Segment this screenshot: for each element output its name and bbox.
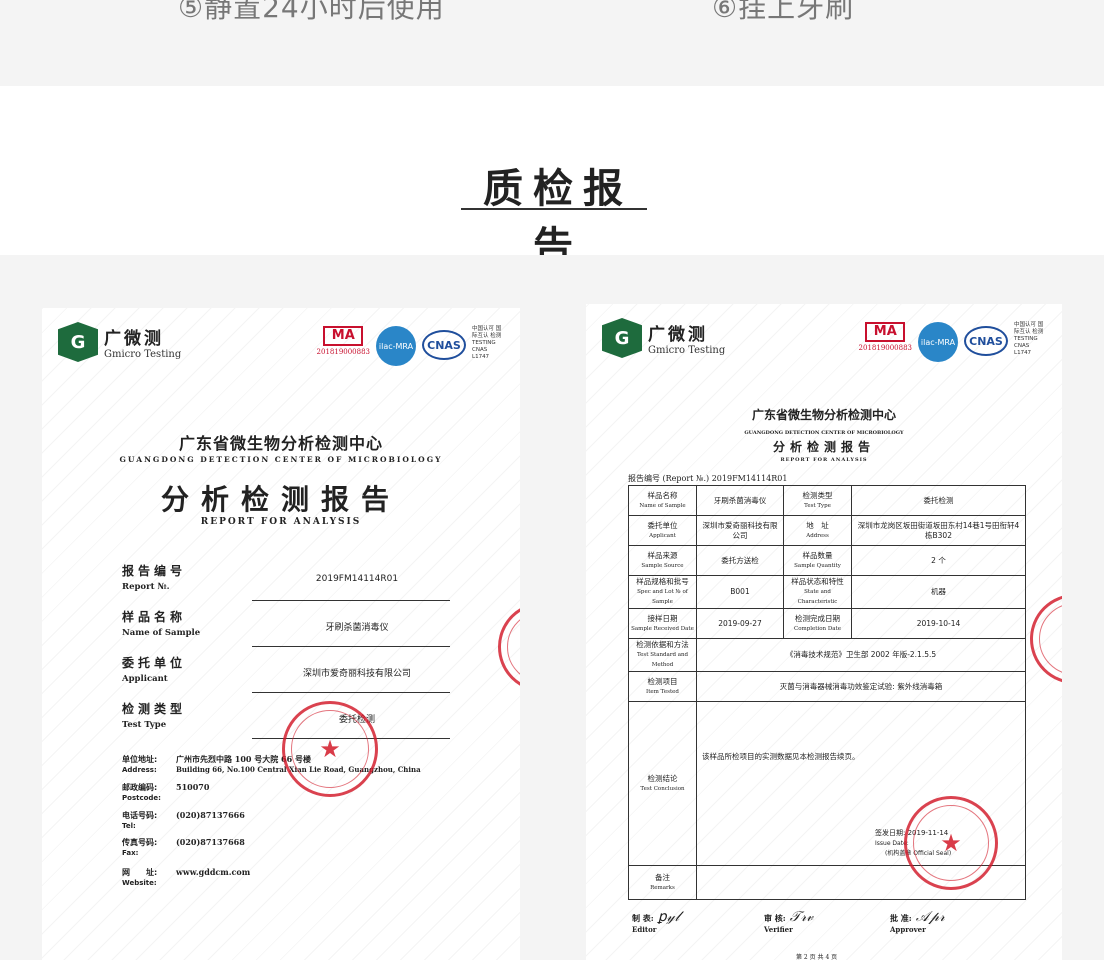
official-seal-icon: ★: [282, 701, 378, 797]
applicant-value: 深圳市爱奇丽科技有限公司: [696, 515, 784, 546]
cnas-icon: CNAS: [964, 326, 1008, 356]
report-title-en: REPORT FOR ANALYSIS: [780, 457, 868, 463]
contact-tel: 电话号码: (020)87137666 Tel:: [122, 810, 245, 830]
page-number: 第 2 页 共 4 页: [796, 954, 838, 960]
quantity-value: 2 个: [851, 545, 1026, 576]
report-title-cn: 分析检测报告: [772, 440, 875, 454]
conclusion-value: 该样品所检项目的实测数据见本检测报告续页。: [702, 752, 860, 761]
contact-fax: 传真号码: (020)87137668 Fax:: [122, 837, 245, 857]
steps-band: ⑤静置24小时后使用 ⑥挂上牙刷: [0, 0, 1104, 86]
cnas-note: 中国认可 国际互认 检测 TESTING CNAS L1747: [472, 326, 502, 360]
gt-logo-icon: G: [58, 322, 98, 362]
applicant-value: 深圳市爱奇丽科技有限公司: [302, 669, 411, 679]
table-row: 检测项目 Item Tested 灭菌与消毒器械消毒功效鉴定试验: 紫外线消毒箱: [628, 671, 1026, 702]
verifier-signature: 审 核: 𝒯𝓇𝓋 Verifier: [764, 909, 814, 934]
org-name-en: GUANGDONG DETECTION CENTER OF MICROBIOLO…: [744, 430, 904, 436]
test-type-value: 委托检测: [851, 485, 1026, 516]
table-row: 样品名称 Name of Sample 牙刷杀菌消毒仪 检测类型 Test Type…: [628, 485, 1026, 516]
edge-seal-icon: ★: [1030, 594, 1062, 684]
spec-value: B001: [696, 575, 784, 609]
report-cover-image: G 广微测 Gmicro Testing MA 201819000883 ila…: [42, 308, 520, 960]
table-row: 检测依据和方法 Test Standard and Method 《消毒技术规范》…: [628, 638, 1026, 672]
field-sample-name: 样品名称 Name of Sample 牙刷杀菌消毒仪: [122, 608, 452, 647]
official-seal-icon: ★: [904, 796, 998, 890]
contact-postcode: 邮政编码: 510070 Postcode:: [122, 782, 210, 802]
cma-number: 201819000883: [316, 348, 370, 356]
section-header: 质检报告: [0, 86, 1104, 270]
sample-name-value: 牙刷杀菌消毒仪: [325, 623, 389, 633]
cma-mark-icon: MA: [323, 326, 364, 346]
cnas-icon: CNAS: [422, 330, 466, 360]
logo-name-en: Gmicro Testing: [648, 345, 726, 356]
section-title-underline: [461, 208, 647, 210]
logo-name-cn: 广微测: [648, 325, 708, 345]
org-name-cn: 广东省微生物分析检测中心: [178, 434, 383, 453]
report-title-cn: 分析检测报告: [160, 483, 401, 516]
gmicro-logo: G 广微测 Gmicro Testing: [602, 318, 725, 358]
table-row: 样品来源 Sample Source 委托方送检 样品数量 Sample Quant…: [628, 545, 1026, 576]
org-name-cn: 广东省微生物分析检测中心: [751, 408, 896, 422]
gmicro-logo: G 广微测 Gmicro Testing: [58, 322, 181, 362]
table-row: 接样日期 Sample Received Date 2019-09-27 检测完成…: [628, 608, 1026, 639]
editor-signature: 制 表: ꝑ𝓎𝓁 Editor: [632, 909, 680, 934]
logo-name-en: Gmicro Testing: [104, 349, 182, 360]
ilac-mra-icon: ilac-MRA: [918, 322, 958, 362]
report-detail-image: G 广微测 Gmicro Testing MA 201819000883 ila…: [586, 304, 1062, 960]
org-name-en: GUANGDONG DETECTION CENTER OF MICROBIOLO…: [119, 455, 443, 464]
item-value: 灭菌与消毒器械消毒功效鉴定试验: 紫外线消毒箱: [696, 671, 1026, 702]
cma-mark-icon: MA: [865, 322, 906, 342]
standard-value: 《消毒技术规范》卫生部 2002 年版-2.1.5.5: [696, 638, 1026, 672]
ilac-mra-icon: ilac-MRA: [376, 326, 416, 366]
report-number-value: 2019FM14114R01: [315, 574, 399, 584]
table-row: 样品规格和批号 Spec and Lot № of Sample B001 样品状…: [628, 575, 1026, 609]
source-value: 委托方送检: [696, 545, 784, 576]
table-row: 委托单位 Applicant 深圳市爱奇丽科技有限公司 地 址 Address 深圳…: [628, 515, 1026, 546]
step-5-text: ⑤静置24小时后使用: [178, 0, 445, 24]
accreditation-marks: MA 201819000883 ilac-MRA CNAS 中国认可 国际互认 …: [317, 326, 504, 366]
field-report-number: 报告编号 Report №. 2019FM14114R01: [122, 562, 452, 601]
cma-number: 201819000883: [858, 344, 912, 352]
received-date-value: 2019-09-27: [696, 608, 784, 639]
report-title-en: REPORT FOR ANALYSIS: [200, 517, 362, 527]
address-value: 深圳市龙岗区坂田街道坂田东村14巷1号田衔轩4栋B302: [851, 515, 1026, 546]
sample-name-value: 牙刷杀菌消毒仪: [696, 485, 784, 516]
report-number: 报告编号 (Report №.) 2019FM14114R01: [628, 474, 788, 483]
completed-date-value: 2019-10-14: [851, 608, 1026, 639]
approver-signature: 批 准: 𝒜𝓅𝓇 Approver: [890, 909, 945, 934]
edge-seal-icon: ★: [498, 602, 520, 692]
logo-name-cn: 广微测: [104, 329, 164, 349]
gt-logo-icon: G: [602, 318, 642, 358]
field-applicant: 委托单位 Applicant 深圳市爱奇丽科技有限公司: [122, 654, 452, 693]
contact-website: 网 址: www.gddcm.com Website:: [122, 867, 251, 887]
accreditation-marks: MA 201819000883 ilac-MRA CNAS 中国认可 国际互认 …: [859, 322, 1046, 362]
state-value: 机器: [851, 575, 1026, 609]
step-6-text: ⑥挂上牙刷: [712, 0, 855, 24]
cnas-note: 中国认可 国际互认 检测 TESTING CNAS L1747: [1014, 322, 1044, 356]
